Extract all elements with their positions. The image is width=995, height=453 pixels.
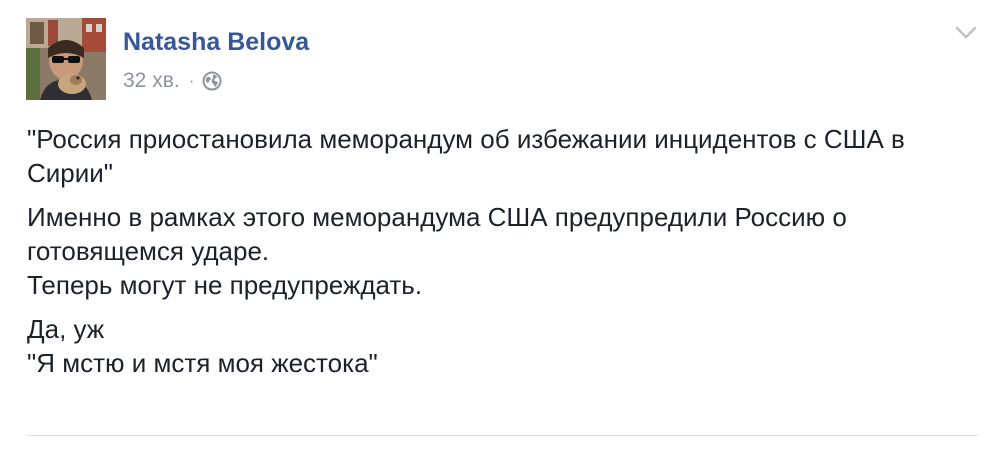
post-paragraph: Именно в рамках этого меморандума США пр…	[27, 200, 977, 302]
meta-separator: ·	[188, 71, 195, 90]
divider	[27, 435, 978, 436]
post-text: "Россия приостановила меморандум об избе…	[27, 122, 977, 390]
post-timestamp[interactable]: 32 хв.	[123, 69, 180, 93]
post-meta: 32 хв. ·	[123, 67, 222, 95]
post-line: готовящемся ударе.	[27, 236, 270, 266]
chevron-down-icon[interactable]	[955, 26, 977, 40]
post-line: Теперь могут не предупреждать.	[27, 270, 423, 300]
post-paragraph: Да, уж "Я мстю и мстя моя жестока"	[27, 312, 977, 380]
post-paragraph: "Россия приостановила меморандум об избе…	[27, 122, 977, 190]
globe-icon[interactable]	[202, 71, 222, 91]
author-name[interactable]: Natasha Belova	[123, 27, 309, 57]
post-line: Сирии"	[27, 158, 114, 188]
post-line: Да, уж	[27, 314, 105, 344]
avatar-photo	[26, 18, 106, 100]
post-line: "Россия приостановила меморандум об избе…	[27, 124, 905, 154]
post-line: "Я мстю и мстя моя жестока"	[27, 348, 378, 378]
avatar[interactable]	[26, 18, 106, 100]
facebook-post: Natasha Belova 32 хв. · "Россия приостан…	[0, 0, 995, 453]
post-line: Именно в рамках этого меморандума США пр…	[27, 202, 847, 232]
